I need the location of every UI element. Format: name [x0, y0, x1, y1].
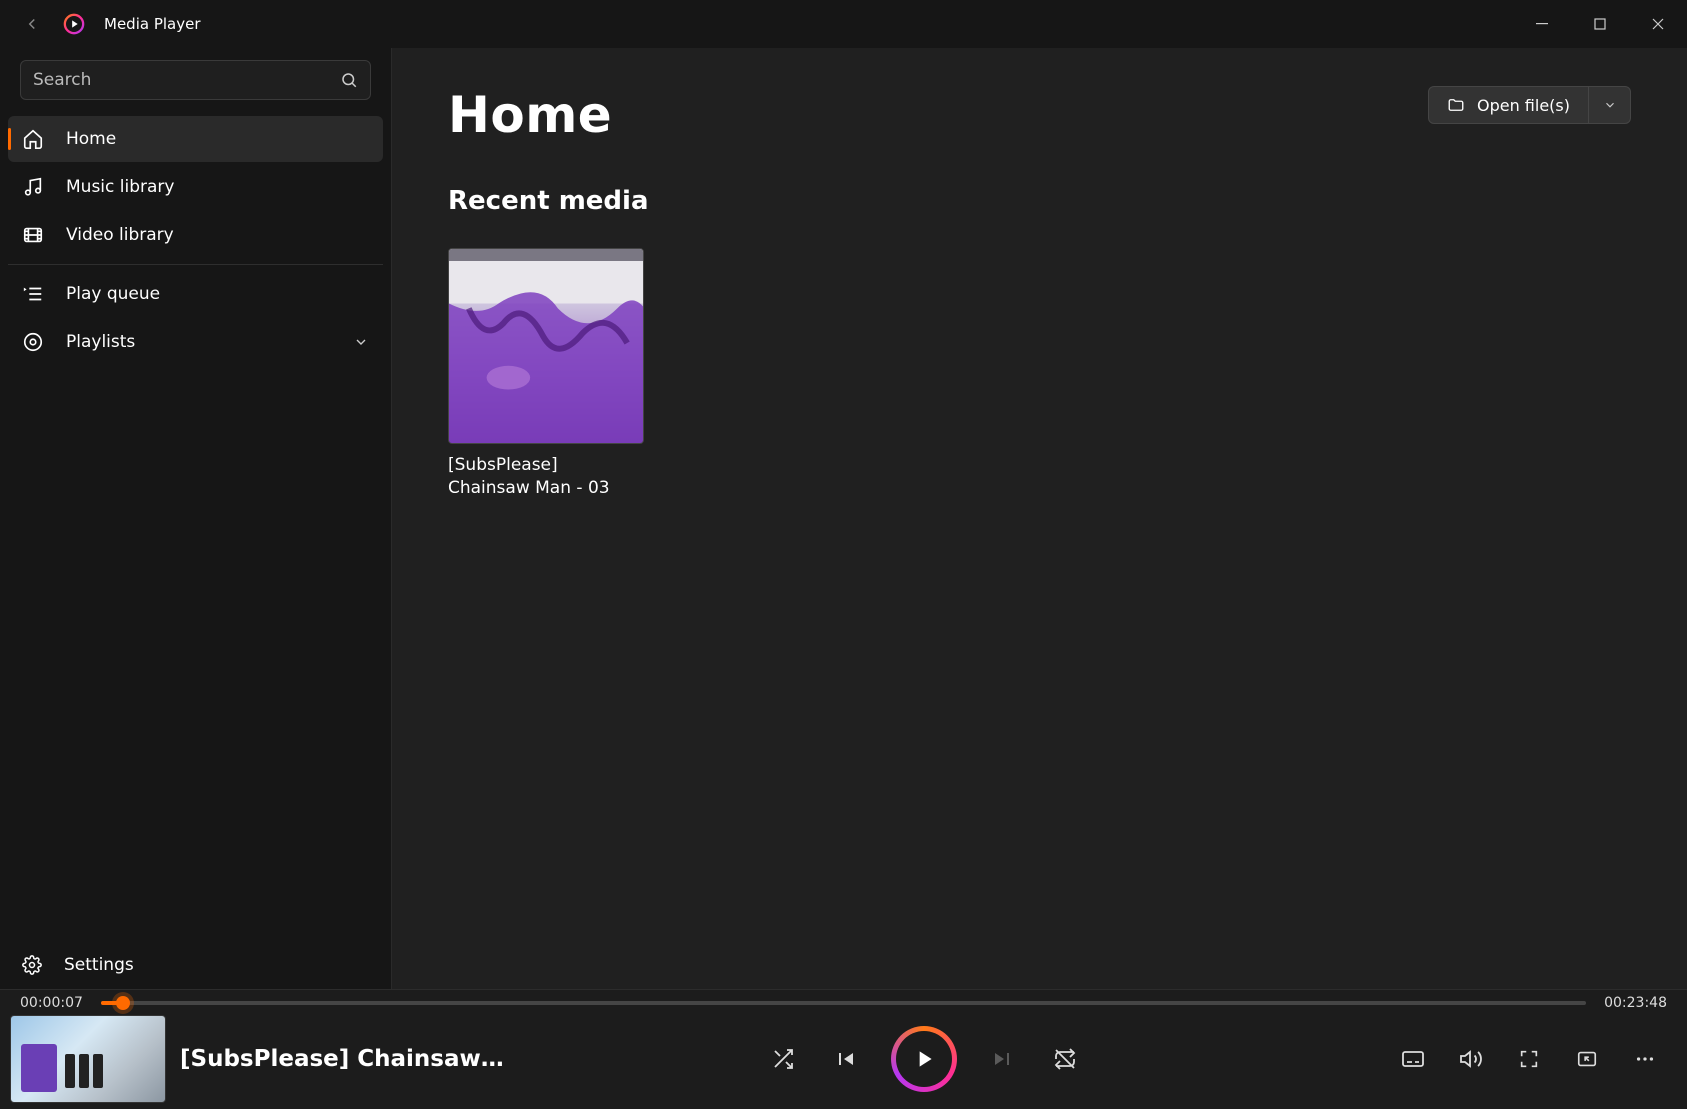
- search-icon: [340, 71, 358, 89]
- nav-label: Music library: [66, 177, 174, 197]
- previous-button[interactable]: [831, 1045, 859, 1073]
- playlist-icon: [22, 331, 44, 353]
- search-input[interactable]: [33, 70, 340, 90]
- nav-label: Play queue: [66, 284, 160, 304]
- miniplayer-icon: [1576, 1048, 1598, 1070]
- play-icon: [911, 1046, 937, 1072]
- minimize-icon: [1536, 18, 1548, 30]
- open-files-label: Open file(s): [1477, 96, 1570, 115]
- miniplayer-button[interactable]: [1573, 1045, 1601, 1073]
- now-playing-thumbnail[interactable]: [10, 1015, 166, 1103]
- page-title: Home: [448, 86, 612, 144]
- back-button[interactable]: [20, 12, 44, 36]
- close-button[interactable]: [1629, 4, 1687, 44]
- queue-icon: [22, 283, 44, 305]
- nav-play-queue[interactable]: Play queue: [8, 271, 383, 317]
- chevron-down-icon: [1603, 98, 1617, 112]
- nav-music-library[interactable]: Music library: [8, 164, 383, 210]
- shuffle-button[interactable]: [769, 1045, 797, 1073]
- sidebar: Home Music library Video library Play qu: [0, 48, 392, 989]
- nav-playlists[interactable]: Playlists: [8, 319, 383, 365]
- play-button[interactable]: [893, 1028, 955, 1090]
- minimize-button[interactable]: [1513, 4, 1571, 44]
- seek-slider[interactable]: [101, 1001, 1586, 1005]
- recent-media-item[interactable]: [SubsPlease] Chainsaw Man - 03 (1080p)…: [448, 248, 644, 500]
- search-box[interactable]: [20, 60, 371, 100]
- seek-thumb[interactable]: [116, 996, 130, 1010]
- video-icon: [22, 224, 44, 246]
- nav-video-library[interactable]: Video library: [8, 212, 383, 258]
- player-bar: 00:00:07 00:23:48 [SubsPlease] Chainsaw …: [0, 989, 1687, 1109]
- more-icon: [1634, 1048, 1656, 1070]
- nav-settings[interactable]: Settings: [0, 941, 391, 989]
- elapsed-time: 00:00:07: [20, 995, 83, 1011]
- repeat-off-icon: [1053, 1047, 1077, 1071]
- repeat-button[interactable]: [1051, 1045, 1079, 1073]
- now-playing-title: [SubsPlease] Chainsaw Man -…: [180, 1046, 510, 1072]
- content-area: Home Open file(s) Recent media: [392, 48, 1687, 989]
- chevron-down-icon: [353, 334, 369, 350]
- duration-time: 00:23:48: [1604, 995, 1667, 1011]
- media-thumbnail: [448, 248, 644, 444]
- title-bar: Media Player: [0, 0, 1687, 48]
- shuffle-icon: [771, 1047, 795, 1071]
- skip-next-icon: [991, 1047, 1015, 1071]
- nav-label: Home: [66, 129, 116, 149]
- nav-label: Video library: [66, 225, 174, 245]
- open-files-button[interactable]: Open file(s): [1428, 86, 1589, 124]
- music-icon: [22, 176, 44, 198]
- subtitles-icon: [1401, 1047, 1425, 1071]
- volume-button[interactable]: [1457, 1045, 1485, 1073]
- home-icon: [22, 128, 44, 150]
- nav-separator: [8, 264, 383, 265]
- maximize-icon: [1594, 18, 1606, 30]
- maximize-button[interactable]: [1571, 4, 1629, 44]
- recent-media-heading: Recent media: [448, 186, 1631, 216]
- settings-label: Settings: [64, 955, 134, 975]
- volume-icon: [1459, 1047, 1483, 1071]
- next-button[interactable]: [989, 1045, 1017, 1073]
- media-title: [SubsPlease] Chainsaw Man - 03 (1080p)…: [448, 454, 644, 500]
- nav-home[interactable]: Home: [8, 116, 383, 162]
- open-files-dropdown[interactable]: [1589, 86, 1631, 124]
- subtitles-button[interactable]: [1399, 1045, 1427, 1073]
- skip-previous-icon: [833, 1047, 857, 1071]
- more-button[interactable]: [1631, 1045, 1659, 1073]
- close-icon: [1652, 18, 1664, 30]
- folder-icon: [1447, 96, 1465, 114]
- fullscreen-button[interactable]: [1515, 1045, 1543, 1073]
- back-arrow-icon: [23, 15, 41, 33]
- app-logo-icon: [62, 12, 86, 36]
- gear-icon: [22, 955, 42, 975]
- fullscreen-icon: [1518, 1048, 1540, 1070]
- app-title: Media Player: [104, 15, 201, 33]
- nav-label: Playlists: [66, 332, 135, 352]
